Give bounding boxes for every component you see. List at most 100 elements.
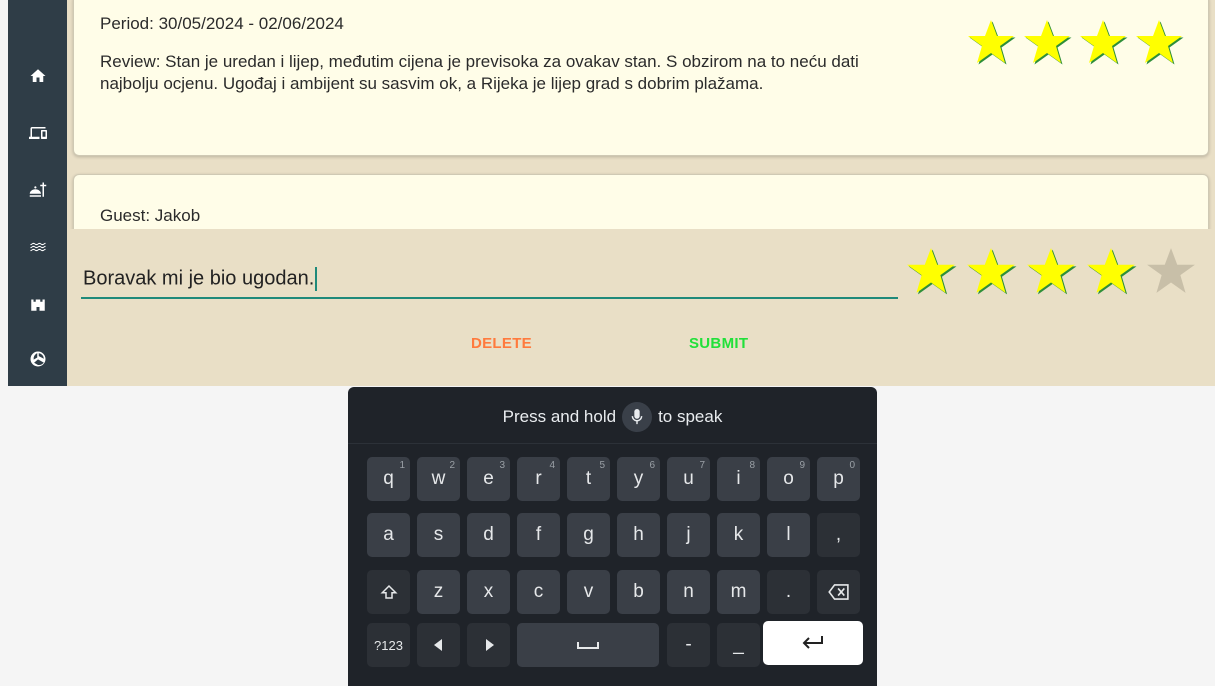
cursor-left-key[interactable] (417, 623, 460, 667)
voice-hint: Press and hold to speak (348, 399, 877, 435)
key-underscore-label: _ (733, 634, 744, 655)
enter-key[interactable] (763, 621, 863, 665)
key-s[interactable]: s (417, 513, 460, 557)
key-f[interactable]: f (517, 513, 560, 557)
key-p-label: p (833, 468, 844, 489)
key-underscore[interactable]: _ (717, 623, 760, 667)
key-y-hint: 6 (649, 460, 655, 471)
star-icon[interactable] (1025, 245, 1077, 297)
shift-key[interactable] (367, 570, 410, 614)
star-icon (1134, 17, 1184, 67)
key-d[interactable]: d (467, 513, 510, 557)
key-l[interactable]: l (767, 513, 810, 557)
key-r[interactable]: r4 (517, 457, 560, 501)
key-s-label: s (433, 524, 444, 545)
review-text: Review: Stan je uredan i lijep, međutim … (100, 52, 859, 93)
review-input-value: Boravak mi je bio ugodan. (83, 267, 318, 291)
space-icon (577, 642, 599, 649)
cursor-right-key[interactable] (467, 623, 510, 667)
key-f-label: f (535, 524, 542, 545)
key-a-label: a (383, 524, 394, 545)
enter-icon (802, 636, 823, 649)
key-j-label: j (686, 524, 691, 545)
key-e[interactable]: e3 (467, 457, 510, 501)
key-n-label: n (683, 581, 694, 602)
key-o-hint: 9 (799, 460, 805, 471)
key-t-hint: 5 (599, 460, 605, 471)
key-p[interactable]: p0 (817, 457, 860, 501)
delete-button[interactable]: DELETE (471, 335, 532, 352)
key-o[interactable]: o9 (767, 457, 810, 501)
key-m[interactable]: m (717, 570, 760, 614)
review-composer: Boravak mi je bio ugodan. DELETE SUBMIT (67, 229, 1215, 386)
star-icon[interactable] (965, 245, 1017, 297)
key-e-label: e (483, 468, 494, 489)
voice-hint-text: to speak (658, 407, 723, 426)
reviews-panel: Period: 30/05/2024 - 02/06/2024 Review: … (67, 0, 1215, 386)
key-comma[interactable]: , (817, 513, 860, 557)
key-w[interactable]: w2 (417, 457, 460, 501)
key-t-label: t (585, 468, 592, 489)
star-icon[interactable] (1085, 245, 1137, 297)
key-j[interactable]: j (667, 513, 710, 557)
space-key[interactable] (517, 623, 659, 667)
key-i-hint: 8 (749, 460, 755, 471)
sidebar (8, 0, 67, 386)
key-dash-label: - (685, 634, 692, 655)
key-w-hint: 2 (449, 460, 455, 471)
rating-selector (905, 245, 1197, 297)
castle-icon[interactable] (8, 289, 67, 319)
key-u-label: u (683, 468, 694, 489)
key-n[interactable]: n (667, 570, 710, 614)
key-x[interactable]: x (467, 570, 510, 614)
key-q[interactable]: q1 (367, 457, 410, 501)
key-dash[interactable]: - (667, 623, 710, 667)
key-r-hint: 4 (549, 460, 555, 471)
key-e-hint: 3 (499, 460, 505, 471)
review-rating (966, 17, 1184, 67)
key-c[interactable]: c (517, 570, 560, 614)
key-v[interactable]: v (567, 570, 610, 614)
key-y-label: y (633, 468, 644, 489)
waves-icon[interactable] (8, 232, 67, 262)
key-period[interactable]: . (767, 570, 810, 614)
symbols-key[interactable]: ?123 (367, 623, 410, 667)
voice-hint-text: Press and hold (502, 407, 617, 426)
star-icon (1022, 17, 1072, 67)
key-p-hint: 0 (849, 460, 855, 471)
review-guest: Guest: Jakob (100, 206, 201, 225)
key-x-label: x (483, 581, 494, 602)
key-period-label: . (785, 581, 792, 602)
key-r-label: r (535, 468, 542, 489)
key-c-label: c (533, 581, 544, 602)
symbols-key-label: ?123 (374, 637, 403, 653)
key-u[interactable]: u7 (667, 457, 710, 501)
submit-button[interactable]: SUBMIT (689, 335, 748, 352)
devices-icon[interactable] (8, 118, 67, 148)
key-u-hint: 7 (699, 460, 705, 471)
volleyball-icon[interactable] (8, 344, 67, 374)
key-h[interactable]: h (617, 513, 660, 557)
key-k-label: k (733, 524, 744, 545)
microphone-icon[interactable] (622, 402, 653, 432)
star-empty-icon[interactable] (1145, 245, 1197, 297)
key-o-label: o (783, 468, 794, 489)
key-b[interactable]: b (617, 570, 660, 614)
key-i[interactable]: i8 (717, 457, 760, 501)
key-t[interactable]: t5 (567, 457, 610, 501)
key-g[interactable]: g (567, 513, 610, 557)
key-g-label: g (583, 524, 594, 545)
on-screen-keyboard: Press and hold to speak q1w2e3r4t5y6u7i8… (348, 387, 877, 686)
backspace-key[interactable] (817, 570, 860, 614)
key-w-label: w (431, 468, 446, 489)
home-icon[interactable] (8, 61, 67, 91)
key-z[interactable]: z (417, 570, 460, 614)
restaurant-icon[interactable] (8, 175, 67, 205)
key-a[interactable]: a (367, 513, 410, 557)
key-b-label: b (633, 581, 644, 602)
key-comma-label: , (835, 524, 842, 545)
key-k[interactable]: k (717, 513, 760, 557)
key-y[interactable]: y6 (617, 457, 660, 501)
text-cursor (315, 267, 318, 291)
star-icon[interactable] (905, 245, 957, 297)
